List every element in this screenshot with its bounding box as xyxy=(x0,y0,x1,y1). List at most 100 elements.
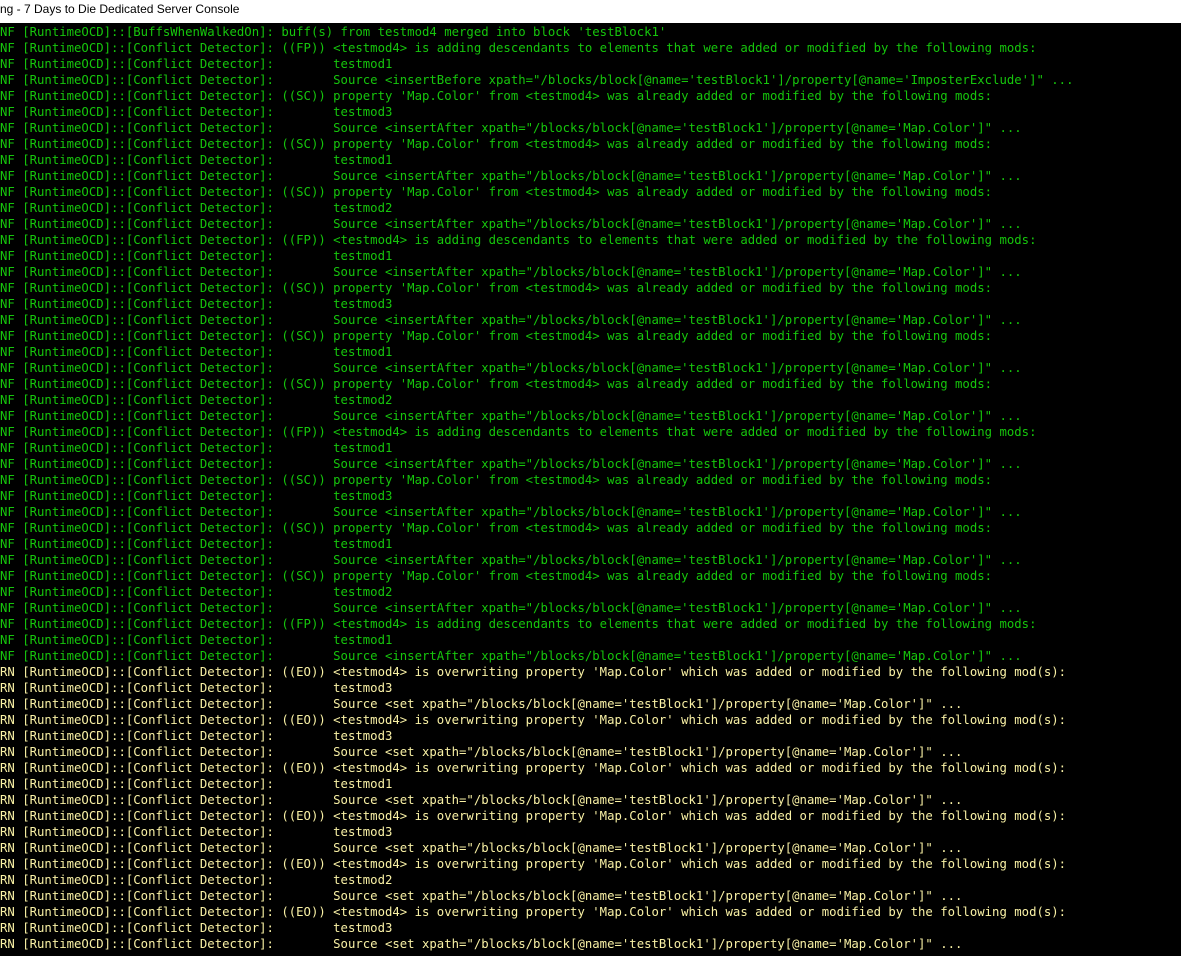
log-line: NF [RuntimeOCD]::[Conflict Detector]: So… xyxy=(0,312,1181,328)
log-line: RN [RuntimeOCD]::[Conflict Detector]: te… xyxy=(0,872,1181,888)
log-line: NF [RuntimeOCD]::[Conflict Detector]: te… xyxy=(0,104,1181,120)
log-line-text: RN [RuntimeOCD]::[Conflict Detector]: te… xyxy=(0,873,393,887)
log-line: NF [RuntimeOCD]::[Conflict Detector]: ((… xyxy=(0,88,1181,104)
log-line: NF [RuntimeOCD]::[Conflict Detector]: ((… xyxy=(0,136,1181,152)
log-line-text: NF [RuntimeOCD]::[Conflict Detector]: So… xyxy=(0,361,1022,375)
log-line: NF [RuntimeOCD]::[Conflict Detector]: ((… xyxy=(0,520,1181,536)
log-line: NF [RuntimeOCD]::[Conflict Detector]: te… xyxy=(0,392,1181,408)
log-line-text: RN [RuntimeOCD]::[Conflict Detector]: te… xyxy=(0,921,393,935)
log-line-text: NF [RuntimeOCD]::[Conflict Detector]: te… xyxy=(0,105,393,119)
log-line-text: NF [RuntimeOCD]::[Conflict Detector]: ((… xyxy=(0,329,993,343)
log-line-text: RN [RuntimeOCD]::[Conflict Detector]: So… xyxy=(0,697,963,711)
log-line-text: NF [RuntimeOCD]::[Conflict Detector]: ((… xyxy=(0,89,993,103)
log-line: RN [RuntimeOCD]::[Conflict Detector]: ((… xyxy=(0,856,1181,872)
log-line: NF [RuntimeOCD]::[Conflict Detector]: te… xyxy=(0,584,1181,600)
log-line: NF [RuntimeOCD]::[Conflict Detector]: te… xyxy=(0,56,1181,72)
log-line: RN [RuntimeOCD]::[Conflict Detector]: te… xyxy=(0,728,1181,744)
log-line: NF [RuntimeOCD]::[Conflict Detector]: So… xyxy=(0,648,1181,664)
log-line: NF [RuntimeOCD]::[Conflict Detector]: te… xyxy=(0,248,1181,264)
log-line-text: NF [RuntimeOCD]::[Conflict Detector]: So… xyxy=(0,601,1022,615)
log-line-text: NF [RuntimeOCD]::[Conflict Detector]: So… xyxy=(0,73,1074,87)
log-line-text: NF [RuntimeOCD]::[Conflict Detector]: te… xyxy=(0,633,393,647)
log-line-text: RN [RuntimeOCD]::[Conflict Detector]: So… xyxy=(0,841,963,855)
log-line-text: NF [RuntimeOCD]::[Conflict Detector]: te… xyxy=(0,153,393,167)
log-line: NF [RuntimeOCD]::[Conflict Detector]: ((… xyxy=(0,376,1181,392)
log-line: NF [RuntimeOCD]::[Conflict Detector]: te… xyxy=(0,632,1181,648)
log-line-text: RN [RuntimeOCD]::[Conflict Detector]: ((… xyxy=(0,761,1067,775)
log-line-text: NF [RuntimeOCD]::[Conflict Detector]: te… xyxy=(0,345,393,359)
log-line-text: NF [RuntimeOCD]::[Conflict Detector]: So… xyxy=(0,505,1022,519)
log-line: RN [RuntimeOCD]::[Conflict Detector]: So… xyxy=(0,936,1181,952)
log-line-text: NF [RuntimeOCD]::[Conflict Detector]: So… xyxy=(0,217,1022,231)
log-line: NF [RuntimeOCD]::[Conflict Detector]: te… xyxy=(0,296,1181,312)
log-line: RN [RuntimeOCD]::[Conflict Detector]: ((… xyxy=(0,904,1181,920)
log-line-text: NF [RuntimeOCD]::[Conflict Detector]: So… xyxy=(0,313,1022,327)
log-line: NF [RuntimeOCD]::[Conflict Detector]: ((… xyxy=(0,424,1181,440)
log-line-text: NF [RuntimeOCD]::[Conflict Detector]: ((… xyxy=(0,473,993,487)
log-line: NF [RuntimeOCD]::[Conflict Detector]: te… xyxy=(0,440,1181,456)
log-line-text: RN [RuntimeOCD]::[Conflict Detector]: te… xyxy=(0,681,393,695)
log-line-text: NF [RuntimeOCD]::[Conflict Detector]: te… xyxy=(0,249,393,263)
log-line: NF [RuntimeOCD]::[Conflict Detector]: So… xyxy=(0,264,1181,280)
log-line-text: NF [RuntimeOCD]::[Conflict Detector]: te… xyxy=(0,441,393,455)
window-title: ng - 7 Days to Die Dedicated Server Cons… xyxy=(0,2,240,16)
log-line-text: NF [RuntimeOCD]::[Conflict Detector]: So… xyxy=(0,265,1022,279)
log-line-text: NF [RuntimeOCD]::[Conflict Detector]: te… xyxy=(0,537,393,551)
log-line-text: NF [RuntimeOCD]::[Conflict Detector]: ((… xyxy=(0,41,1037,55)
console-window: ng - 7 Days to Die Dedicated Server Cons… xyxy=(0,0,1181,956)
log-line: NF [RuntimeOCD]::[Conflict Detector]: te… xyxy=(0,344,1181,360)
log-line-text: NF [RuntimeOCD]::[Conflict Detector]: ((… xyxy=(0,185,993,199)
log-line: NF [RuntimeOCD]::[BuffsWhenWalkedOn]: bu… xyxy=(0,24,1181,40)
log-line: RN [RuntimeOCD]::[Conflict Detector]: So… xyxy=(0,744,1181,760)
log-line: NF [RuntimeOCD]::[Conflict Detector]: So… xyxy=(0,408,1181,424)
log-line-text: NF [RuntimeOCD]::[Conflict Detector]: ((… xyxy=(0,233,1037,247)
log-line-text: NF [RuntimeOCD]::[Conflict Detector]: So… xyxy=(0,649,1022,663)
log-line-text: NF [RuntimeOCD]::[Conflict Detector]: ((… xyxy=(0,281,993,295)
log-line-text: NF [RuntimeOCD]::[Conflict Detector]: ((… xyxy=(0,521,993,535)
log-line-text: NF [RuntimeOCD]::[Conflict Detector]: te… xyxy=(0,57,393,71)
log-line: NF [RuntimeOCD]::[Conflict Detector]: ((… xyxy=(0,328,1181,344)
log-line: RN [RuntimeOCD]::[Conflict Detector]: So… xyxy=(0,840,1181,856)
log-line: NF [RuntimeOCD]::[Conflict Detector]: te… xyxy=(0,488,1181,504)
log-line-text: NF [RuntimeOCD]::[Conflict Detector]: te… xyxy=(0,489,393,503)
log-line-text: RN [RuntimeOCD]::[Conflict Detector]: te… xyxy=(0,777,393,791)
log-line-text: RN [RuntimeOCD]::[Conflict Detector]: So… xyxy=(0,793,963,807)
log-line: NF [RuntimeOCD]::[Conflict Detector]: ((… xyxy=(0,568,1181,584)
log-line-text: NF [RuntimeOCD]::[Conflict Detector]: ((… xyxy=(0,137,993,151)
log-line-text: NF [RuntimeOCD]::[Conflict Detector]: ((… xyxy=(0,377,993,391)
title-bar[interactable]: ng - 7 Days to Die Dedicated Server Cons… xyxy=(0,0,1181,23)
console-output[interactable]: NF [RuntimeOCD]::[BuffsWhenWalkedOn]: bu… xyxy=(0,24,1181,956)
log-line-text: NF [RuntimeOCD]::[Conflict Detector]: So… xyxy=(0,409,1022,423)
log-line: NF [RuntimeOCD]::[Conflict Detector]: ((… xyxy=(0,184,1181,200)
log-line-text: NF [RuntimeOCD]::[Conflict Detector]: te… xyxy=(0,393,393,407)
log-line-text: RN [RuntimeOCD]::[Conflict Detector]: ((… xyxy=(0,857,1067,871)
log-line: RN [RuntimeOCD]::[Conflict Detector]: ((… xyxy=(0,808,1181,824)
log-line-text: NF [RuntimeOCD]::[Conflict Detector]: te… xyxy=(0,201,393,215)
log-line-text: RN [RuntimeOCD]::[Conflict Detector]: ((… xyxy=(0,809,1067,823)
log-line: NF [RuntimeOCD]::[Conflict Detector]: te… xyxy=(0,536,1181,552)
log-line-text: NF [RuntimeOCD]::[Conflict Detector]: ((… xyxy=(0,425,1037,439)
log-line-text: RN [RuntimeOCD]::[Conflict Detector]: ((… xyxy=(0,905,1067,919)
log-line: NF [RuntimeOCD]::[Conflict Detector]: So… xyxy=(0,360,1181,376)
log-line: RN [RuntimeOCD]::[Conflict Detector]: So… xyxy=(0,792,1181,808)
log-line-text: RN [RuntimeOCD]::[Conflict Detector]: te… xyxy=(0,825,393,839)
log-line: RN [RuntimeOCD]::[Conflict Detector]: So… xyxy=(0,888,1181,904)
log-line-text: RN [RuntimeOCD]::[Conflict Detector]: ((… xyxy=(0,713,1067,727)
log-line: RN [RuntimeOCD]::[Conflict Detector]: ((… xyxy=(0,712,1181,728)
log-line: NF [RuntimeOCD]::[Conflict Detector]: ((… xyxy=(0,616,1181,632)
log-line-text: RN [RuntimeOCD]::[Conflict Detector]: So… xyxy=(0,889,963,903)
log-line: RN [RuntimeOCD]::[Conflict Detector]: te… xyxy=(0,920,1181,936)
log-line: NF [RuntimeOCD]::[Conflict Detector]: So… xyxy=(0,72,1181,88)
log-line: NF [RuntimeOCD]::[Conflict Detector]: So… xyxy=(0,504,1181,520)
log-line-text: NF [RuntimeOCD]::[Conflict Detector]: te… xyxy=(0,585,393,599)
log-line: NF [RuntimeOCD]::[Conflict Detector]: ((… xyxy=(0,280,1181,296)
log-line-text: NF [RuntimeOCD]::[Conflict Detector]: ((… xyxy=(0,617,1037,631)
log-line: NF [RuntimeOCD]::[Conflict Detector]: te… xyxy=(0,200,1181,216)
log-line-text: RN [RuntimeOCD]::[Conflict Detector]: So… xyxy=(0,745,963,759)
log-line: RN [RuntimeOCD]::[Conflict Detector]: te… xyxy=(0,824,1181,840)
log-line-text: RN [RuntimeOCD]::[Conflict Detector]: ((… xyxy=(0,665,1067,679)
log-line-text: RN [RuntimeOCD]::[Conflict Detector]: te… xyxy=(0,729,393,743)
log-line: NF [RuntimeOCD]::[Conflict Detector]: So… xyxy=(0,168,1181,184)
log-line-text: NF [RuntimeOCD]::[Conflict Detector]: So… xyxy=(0,457,1022,471)
log-line: RN [RuntimeOCD]::[Conflict Detector]: te… xyxy=(0,680,1181,696)
